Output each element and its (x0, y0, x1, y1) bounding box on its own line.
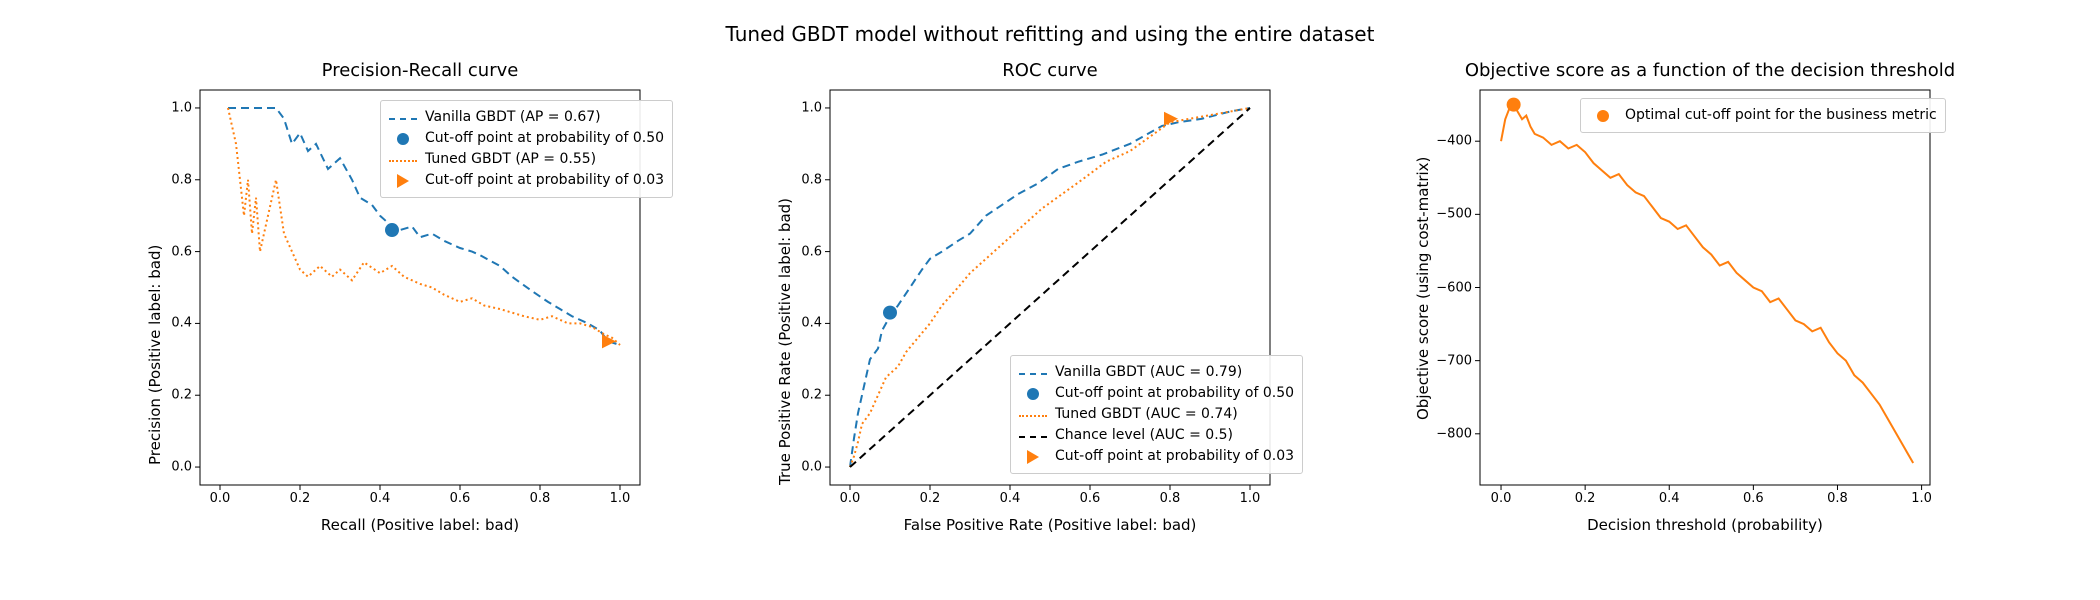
pr-legend-cut-tuned-label: Cut-off point at probability of 0.03 (425, 170, 664, 191)
roc-legend-chance: Chance level (AUC = 0.5) (1019, 425, 1294, 446)
objective-ytick: −700 (1436, 353, 1472, 368)
roc-xtick: 0.2 (920, 491, 941, 506)
objective-series (1501, 105, 1913, 463)
precision_recall-ytick: 1.0 (171, 100, 192, 115)
obj-xlabel: Decision threshold (probability) (1480, 516, 1930, 534)
obj-title: Objective score as a function of the dec… (1450, 60, 1970, 81)
pr-legend-tuned: Tuned GBDT (AP = 0.55) (389, 149, 664, 170)
roc-xlabel: False Positive Rate (Positive label: bad… (830, 516, 1270, 534)
precision_recall-ytick: 0.4 (171, 316, 192, 331)
roc-legend: Vanilla GBDT (AUC = 0.79) Cut-off point … (1010, 355, 1303, 474)
precision_recall-ytick: 0.6 (171, 244, 192, 259)
roc-legend-vanilla-label: Vanilla GBDT (AUC = 0.79) (1055, 362, 1242, 383)
roc-ytick: 0.8 (801, 172, 822, 187)
precision_recall-marker (385, 223, 399, 237)
roc-ytick: 0.0 (801, 460, 822, 475)
panel-roc: ROC curve 0.0 0.2 0.4 0.6 0.8 1.0 0.0 0.2 0.4 0.6… (780, 60, 1380, 560)
precision_recall-xtick: 0.2 (290, 491, 311, 506)
roc-xtick: 0.0 (840, 491, 861, 506)
roc-legend-cut-vanilla: Cut-off point at probability of 0.50 (1019, 383, 1294, 404)
objective-xtick: 0.6 (1743, 491, 1764, 506)
roc-xtick: 0.8 (1160, 491, 1181, 506)
objective-xtick: 0.4 (1659, 491, 1680, 506)
objective-ytick: −800 (1436, 426, 1472, 441)
roc-ytick: 1.0 (801, 100, 822, 115)
roc-xtick: 0.4 (1000, 491, 1021, 506)
pr-legend-cut-tuned: Cut-off point at probability of 0.03 (389, 170, 664, 191)
panel-precision-recall: Precision-Recall curve 0.0 0.2 0.4 0.6 0.8 1.… (150, 60, 750, 560)
precision_recall-xtick: 0.8 (530, 491, 551, 506)
roc-legend-cut-tuned: Cut-off point at probability of 0.03 (1019, 446, 1294, 467)
roc-ytick: 0.4 (801, 316, 822, 331)
precision_recall-xtick: 0.0 (210, 491, 231, 506)
pr-legend-tuned-label: Tuned GBDT (AP = 0.55) (425, 149, 596, 170)
objective-ytick: −400 (1436, 134, 1472, 149)
pr-ylabel: Precision (Positive label: bad) (146, 245, 164, 465)
roc-marker (883, 306, 897, 320)
roc-legend-tuned-label: Tuned GBDT (AUC = 0.74) (1055, 404, 1238, 425)
precision_recall-ytick: 0.2 (171, 388, 192, 403)
roc-xtick: 0.6 (1080, 491, 1101, 506)
pr-legend-cut-vanilla: Cut-off point at probability of 0.50 (389, 128, 664, 149)
pr-legend: Vanilla GBDT (AP = 0.67) Cut-off point a… (380, 100, 673, 198)
objective-xtick: 0.0 (1491, 491, 1512, 506)
roc-ytick: 0.6 (801, 244, 822, 259)
figure: Tuned GBDT model without refitting and u… (0, 0, 2100, 600)
precision_recall-xtick: 0.4 (370, 491, 391, 506)
roc-legend-cut-vanilla-label: Cut-off point at probability of 0.50 (1055, 383, 1294, 404)
pr-xlabel: Recall (Positive label: bad) (200, 516, 640, 534)
objective-xtick: 0.2 (1575, 491, 1596, 506)
pr-legend-cut-vanilla-label: Cut-off point at probability of 0.50 (425, 128, 664, 149)
objective-xtick: 1.0 (1911, 491, 1932, 506)
roc-legend-tuned: Tuned GBDT (AUC = 0.74) (1019, 404, 1294, 425)
precision_recall-marker (602, 334, 616, 348)
roc-ytick: 0.2 (801, 388, 822, 403)
obj-axes: 0.00.20.40.60.81.0−800−700−600−500−400 (1480, 90, 1930, 485)
precision_recall-ytick: 0.0 (171, 460, 192, 475)
pr-title: Precision-Recall curve (200, 60, 640, 81)
objective-ytick: −500 (1436, 207, 1472, 222)
roc-legend-vanilla: Vanilla GBDT (AUC = 0.79) (1019, 362, 1294, 383)
obj-ylabel: Objective score (using cost-matrix) (1414, 157, 1432, 420)
pr-legend-vanilla-label: Vanilla GBDT (AP = 0.67) (425, 107, 601, 128)
precision_recall-xtick: 1.0 (610, 491, 631, 506)
objective-ytick: −600 (1436, 280, 1472, 295)
figure-suptitle: Tuned GBDT model without refitting and u… (0, 22, 2100, 46)
pr-legend-vanilla: Vanilla GBDT (AP = 0.67) (389, 107, 664, 128)
objective-marker (1507, 98, 1521, 112)
obj-legend-optimal-label: Optimal cut-off point for the business m… (1625, 105, 1937, 126)
roc-legend-cut-tuned-label: Cut-off point at probability of 0.03 (1055, 446, 1294, 467)
roc-legend-chance-label: Chance level (AUC = 0.5) (1055, 425, 1233, 446)
roc-xtick: 1.0 (1240, 491, 1261, 506)
obj-legend-optimal: Optimal cut-off point for the business m… (1589, 105, 1937, 126)
obj-legend: Optimal cut-off point for the business m… (1580, 98, 1946, 133)
precision_recall-ytick: 0.8 (171, 172, 192, 187)
objective-svg (1480, 90, 1930, 485)
objective-xtick: 0.8 (1827, 491, 1848, 506)
roc-ylabel: True Positive Rate (Positive label: bad) (776, 198, 794, 485)
roc-title: ROC curve (830, 60, 1270, 81)
panel-objective: Objective score as a function of the dec… (1410, 60, 2010, 560)
precision_recall-xtick: 0.6 (450, 491, 471, 506)
